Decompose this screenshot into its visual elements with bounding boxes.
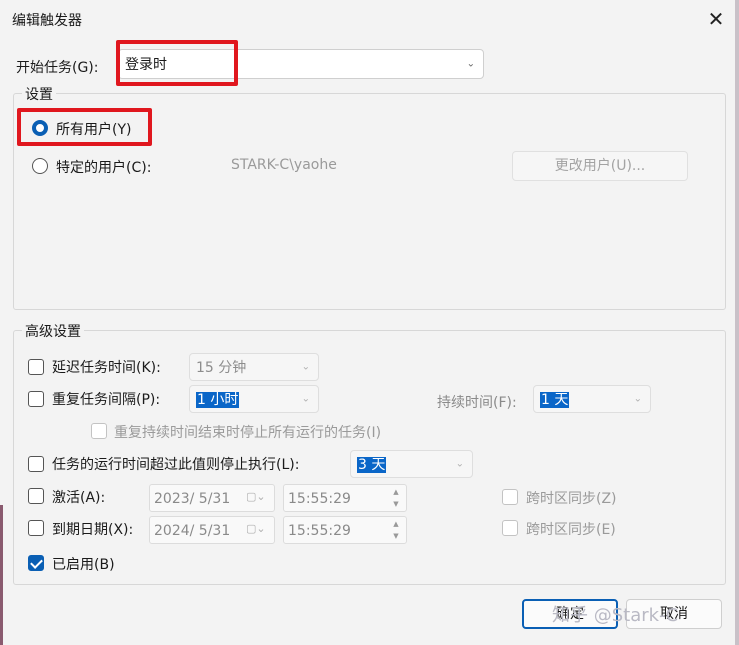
activate-time: 15:55:29 — [288, 491, 351, 507]
chevron-down-icon: ⌄ — [301, 361, 310, 373]
enabled-checkbox[interactable] — [28, 555, 44, 571]
highlight-box-all-users — [17, 108, 152, 146]
stop-if-longer-label[interactable]: 任务的运行时间超过此值则停止执行(L): — [52, 454, 299, 474]
spin-down-icon[interactable]: ▼ — [388, 530, 404, 542]
watermark: 知乎 @Stark-C — [552, 605, 679, 626]
expire-time-picker[interactable]: 15:55:29 ▲ ▼ — [283, 516, 407, 544]
calendar-icon[interactable]: ▢⌄ — [246, 522, 266, 535]
activate-date: 2023/ 5/31 — [154, 491, 231, 507]
activate-sync-label[interactable]: 跨时区同步(Z) — [526, 488, 617, 508]
activate-date-picker[interactable]: 2023/ 5/31 ▢⌄ — [149, 484, 275, 512]
chevron-down-icon: ⌄ — [633, 393, 642, 405]
expire-time: 15:55:29 — [288, 523, 351, 539]
calendar-icon[interactable]: ▢⌄ — [246, 490, 266, 503]
background-edge — [735, 0, 739, 645]
begin-task-label: 开始任务(G): — [16, 60, 99, 76]
spin-down-icon[interactable]: ▼ — [388, 498, 404, 510]
specific-user-value: STARK-C\yaohe — [231, 157, 337, 173]
stop-if-longer-select[interactable]: 3 天 ⌄ — [350, 450, 473, 478]
repeat-select[interactable]: 1 小时 ⌄ — [189, 385, 319, 413]
settings-group-title: 设置 — [22, 84, 56, 104]
expire-sync-checkbox[interactable] — [502, 520, 518, 536]
duration-select[interactable]: 1 天 ⌄ — [533, 385, 651, 413]
stop-if-longer-value: 3 天 — [357, 457, 387, 473]
repeat-checkbox[interactable] — [28, 391, 44, 407]
change-user-button[interactable]: 更改用户(U)... — [512, 151, 688, 181]
spin-up-icon[interactable]: ▲ — [388, 518, 404, 530]
delay-checkbox[interactable] — [28, 359, 44, 375]
enabled-label[interactable]: 已启用(B) — [52, 554, 115, 574]
expire-sync-label[interactable]: 跨时区同步(E) — [526, 519, 616, 539]
duration-value: 1 天 — [540, 392, 570, 408]
specific-user-radio[interactable] — [32, 158, 48, 174]
delay-select[interactable]: 15 分钟 ⌄ — [189, 353, 319, 381]
stop-all-label[interactable]: 重复持续时间结束时停止所有运行的任务(I) — [114, 422, 381, 442]
chevron-down-icon: ⌄ — [455, 458, 464, 470]
activate-sync-checkbox[interactable] — [502, 489, 518, 505]
expire-checkbox[interactable] — [28, 520, 44, 536]
activate-label[interactable]: 激活(A): — [52, 487, 105, 507]
delay-label[interactable]: 延迟任务时间(K): — [52, 357, 161, 377]
title-bar — [0, 0, 739, 38]
stop-if-longer-checkbox[interactable] — [28, 456, 44, 472]
window-title: 编辑触发器 — [12, 13, 82, 29]
expire-label[interactable]: 到期日期(X): — [52, 519, 133, 539]
expire-date-picker[interactable]: 2024/ 5/31 ▢⌄ — [149, 516, 275, 544]
specific-user-label[interactable]: 特定的用户(C): — [56, 157, 151, 177]
repeat-value: 1 小时 — [196, 392, 240, 408]
duration-label: 持续时间(F): — [437, 395, 517, 411]
expire-date: 2024/ 5/31 — [154, 523, 231, 539]
delay-value: 15 分钟 — [196, 360, 247, 376]
background-edge-left — [0, 505, 3, 645]
highlight-box-begin-task — [116, 40, 238, 86]
chevron-down-icon: ⌄ — [301, 393, 310, 405]
advanced-group-title: 高级设置 — [22, 321, 84, 341]
close-icon[interactable]: ✕ — [704, 8, 728, 32]
chevron-down-icon: ⌄ — [466, 58, 475, 70]
activate-checkbox[interactable] — [28, 488, 44, 504]
stop-all-checkbox[interactable] — [91, 423, 107, 439]
repeat-label[interactable]: 重复任务间隔(P): — [52, 389, 160, 409]
activate-time-picker[interactable]: 15:55:29 ▲ ▼ — [283, 484, 407, 512]
spin-up-icon[interactable]: ▲ — [388, 486, 404, 498]
